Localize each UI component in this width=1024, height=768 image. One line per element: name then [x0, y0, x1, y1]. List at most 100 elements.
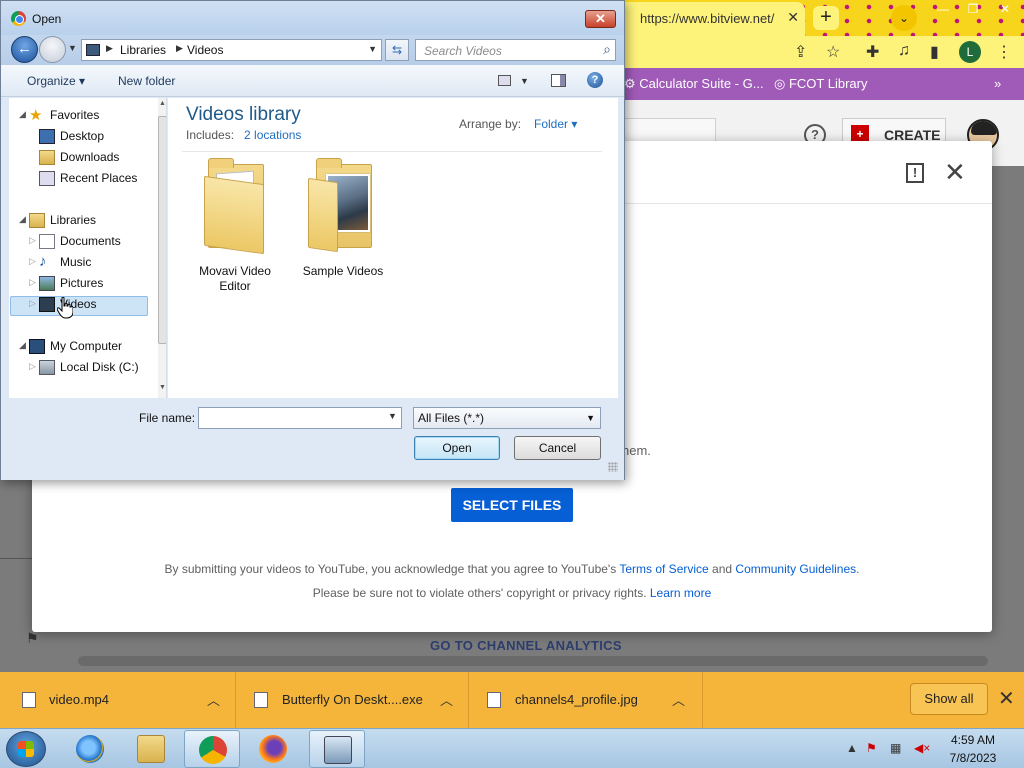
- download-item[interactable]: Butterfly On Deskt....exe ︿: [236, 672, 469, 728]
- chevron-up-icon[interactable]: ︿: [440, 690, 453, 709]
- locations-link[interactable]: 2 locations: [244, 128, 301, 142]
- collapse-icon[interactable]: ▷: [29, 235, 36, 246]
- download-bar: video.mp4 ︿ Butterfly On Deskt....exe ︿ …: [0, 672, 1024, 728]
- chevron-up-icon[interactable]: ︿: [207, 690, 220, 709]
- horizontal-scrollbar[interactable]: [78, 656, 988, 666]
- address-dropdown-icon[interactable]: ▼: [368, 44, 377, 54]
- send-feedback-icon[interactable]: !: [906, 163, 924, 183]
- scroll-down-icon[interactable]: ▼: [159, 384, 166, 391]
- action-center-icon[interactable]: ⚑: [866, 741, 877, 755]
- download-item[interactable]: channels4_profile.jpg ︿: [469, 672, 703, 728]
- search-videos-input[interactable]: Search Videos ⌕: [415, 39, 616, 61]
- computer-icon: [29, 339, 45, 354]
- minimize-icon[interactable]: —: [928, 0, 958, 18]
- search-icon[interactable]: ⌕: [603, 41, 611, 58]
- nav-label: Desktop: [60, 129, 105, 143]
- breadcrumb-libraries[interactable]: Libraries: [120, 43, 166, 57]
- extensions-icon[interactable]: ✚: [866, 42, 879, 62]
- show-all-button[interactable]: Show all: [910, 683, 988, 715]
- bookmarks-overflow-icon[interactable]: »: [994, 76, 1001, 91]
- new-folder-button[interactable]: New folder: [118, 74, 175, 88]
- collapse-icon[interactable]: ▷: [29, 277, 36, 288]
- volume-muted-icon[interactable]: ◀×: [914, 741, 930, 755]
- go-to-channel-analytics[interactable]: GO TO CHANNEL ANALYTICS: [430, 638, 622, 653]
- breadcrumb-separator-icon[interactable]: ▶: [176, 43, 183, 54]
- browser-tab-bitview[interactable]: https://www.bitview.net/ ✕: [620, 2, 805, 36]
- bookmark-fcot-library[interactable]: ◎ FCOT Library: [774, 76, 867, 92]
- hand-cursor-icon: [57, 297, 73, 319]
- select-files-button[interactable]: SELECT FILES: [451, 488, 573, 522]
- installer-taskbar[interactable]: [309, 730, 365, 768]
- tab-close-icon[interactable]: ✕: [787, 9, 799, 26]
- scroll-up-icon[interactable]: ▲: [159, 100, 166, 107]
- collapse-icon[interactable]: ▷: [29, 256, 36, 267]
- bookmark-calculator-suite[interactable]: ⚙ Calculator Suite - G...: [624, 76, 764, 92]
- file-name-dropdown-icon[interactable]: ▼: [388, 411, 397, 421]
- share-icon[interactable]: ⇪: [794, 42, 807, 62]
- setup-icon: [324, 736, 352, 764]
- expand-icon[interactable]: ◢: [19, 214, 26, 225]
- download-bar-close-icon[interactable]: ✕: [998, 686, 1015, 711]
- breadcrumb-separator-icon[interactable]: ▶: [106, 43, 113, 54]
- nav-scrollbar[interactable]: ▲ ▼: [158, 98, 166, 398]
- refresh-icon[interactable]: ⇆: [385, 39, 409, 61]
- file-icon: [22, 692, 36, 708]
- clock-time[interactable]: 4:59 AM: [950, 733, 996, 747]
- expand-icon[interactable]: ◢: [19, 109, 26, 120]
- image-file-icon: [487, 692, 501, 708]
- help-icon[interactable]: ?: [587, 72, 603, 88]
- tab-search-icon[interactable]: ⌄: [891, 5, 917, 31]
- arrange-by-dropdown[interactable]: Folder ▾: [534, 117, 577, 131]
- start-button[interactable]: [6, 731, 46, 767]
- restore-icon[interactable]: ❐: [958, 0, 988, 18]
- collapse-icon[interactable]: ▷: [29, 361, 36, 372]
- scroll-thumb[interactable]: [158, 116, 166, 344]
- window-close-icon[interactable]: ✕: [990, 0, 1020, 18]
- learn-more-link[interactable]: Learn more: [650, 586, 711, 600]
- network-icon[interactable]: ▦: [890, 741, 901, 755]
- feedback-flag-icon[interactable]: ⚑: [26, 630, 39, 647]
- explorer-taskbar[interactable]: [123, 730, 179, 768]
- recent-locations-icon[interactable]: ▼: [68, 43, 77, 53]
- terms-of-service-link[interactable]: Terms of Service: [619, 562, 708, 576]
- arrange-by-label: Arrange by:: [459, 117, 522, 131]
- expand-icon[interactable]: ◢: [19, 340, 26, 351]
- folder-movavi-video-editor[interactable]: Movavi Video Editor: [190, 158, 280, 293]
- new-tab-button[interactable]: +: [813, 6, 839, 30]
- community-guidelines-link[interactable]: Community Guidelines: [735, 562, 856, 576]
- chevron-up-icon[interactable]: ︿: [672, 690, 685, 709]
- bookmark-star-icon[interactable]: ☆: [826, 42, 840, 62]
- profile-avatar[interactable]: L: [959, 41, 981, 63]
- collapse-icon[interactable]: ▷: [29, 298, 36, 309]
- tray-overflow-icon[interactable]: ▲: [846, 741, 858, 755]
- nav-label: Recent Places: [60, 171, 138, 185]
- resize-grip[interactable]: [608, 462, 618, 472]
- file-type-select[interactable]: All Files (*.*) ▼: [413, 407, 601, 429]
- internet-explorer-taskbar[interactable]: [62, 730, 118, 768]
- dialog-close-button[interactable]: ✕: [585, 10, 616, 28]
- preview-pane-icon[interactable]: [551, 74, 566, 87]
- modal-close-icon[interactable]: ✕: [944, 159, 966, 185]
- change-view-icon[interactable]: [498, 75, 511, 86]
- download-item[interactable]: video.mp4 ︿: [0, 672, 236, 728]
- view-options-dropdown-icon[interactable]: ▼: [520, 76, 529, 86]
- clock-date[interactable]: 7/8/2023: [948, 751, 998, 765]
- side-panel-icon[interactable]: ▮: [930, 42, 939, 62]
- cancel-button[interactable]: Cancel: [514, 436, 601, 460]
- organize-menu[interactable]: Organize ▾: [27, 74, 85, 88]
- address-bar[interactable]: ▶ Libraries ▶ Videos ▼: [81, 39, 382, 61]
- back-arrow-icon[interactable]: ←: [11, 36, 38, 63]
- dialog-titlebar[interactable]: Open ✕: [1, 1, 624, 35]
- menu-icon[interactable]: ⋮: [996, 42, 1012, 62]
- breadcrumb-videos[interactable]: Videos: [187, 43, 223, 57]
- firefox-taskbar[interactable]: [245, 730, 301, 768]
- file-name-input[interactable]: [198, 407, 402, 429]
- video-library-icon: [86, 44, 100, 56]
- folder-sample-videos[interactable]: Sample Videos: [298, 158, 388, 288]
- open-button[interactable]: Open: [414, 436, 500, 460]
- forward-arrow-icon[interactable]: [39, 36, 66, 63]
- dialog-title: Open: [32, 12, 62, 26]
- chrome-taskbar[interactable]: [184, 730, 240, 768]
- media-icon[interactable]: ♫: [898, 42, 910, 60]
- download-filename: channels4_profile.jpg: [515, 692, 638, 707]
